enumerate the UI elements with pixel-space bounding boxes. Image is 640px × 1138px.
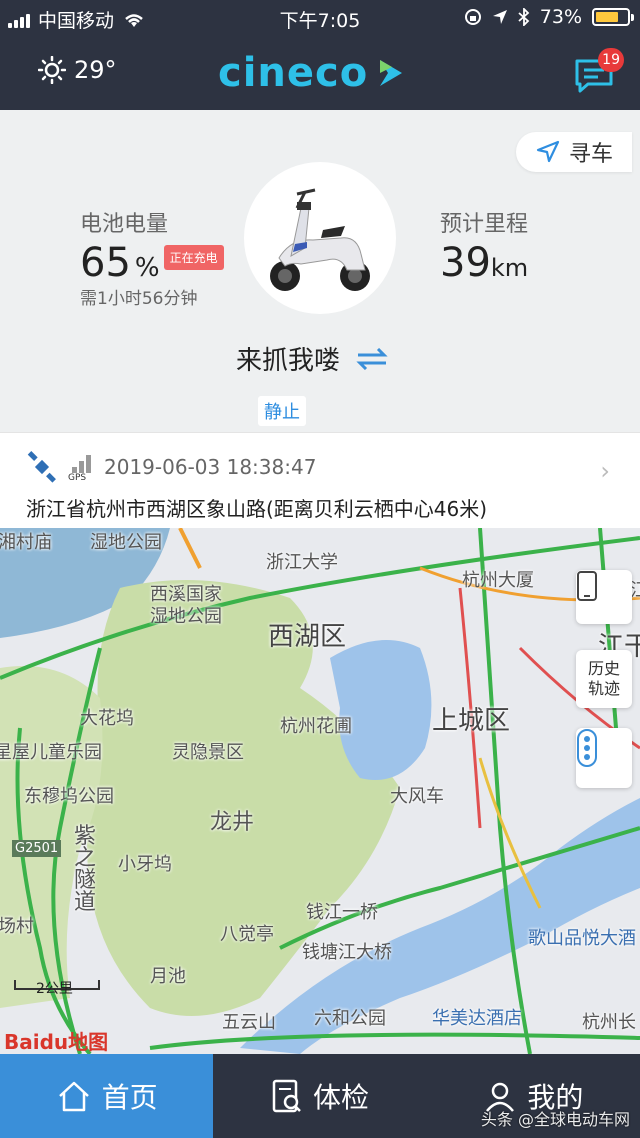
map-label-hzhp: 杭州花圃: [280, 716, 352, 737]
history-track-label-2: 轨迹: [587, 679, 620, 698]
battery-value: 65: [80, 240, 131, 286]
vehicle-panel: 寻车 电池电量 65% 正在充电 需1小时56分钟 预计里程 39km 来抓我喽…: [0, 110, 640, 432]
location-timestamp: 2019-06-03 18:38:47: [104, 455, 317, 479]
watermark: 头条 @全球电动车网: [480, 1110, 630, 1129]
message-count-badge: 19: [598, 48, 624, 72]
bluetooth-icon: [518, 8, 530, 26]
range-value: 39: [440, 240, 491, 286]
map-label-xiaoyawu: 小牙坞: [118, 854, 172, 875]
location-address: 浙江省杭州市西湖区象山路(距离贝利云栖中心46米): [26, 497, 488, 521]
checkup-icon: [272, 1079, 301, 1113]
map-label-g2501: G2501: [12, 840, 62, 857]
bottom-tab-bar: 首页 体检 我的 头条 @全球电动车网: [0, 1054, 640, 1138]
baidu-map-logo: Baidu地图: [4, 1030, 109, 1054]
map-label-dongmu: 东穆坞公园: [24, 786, 114, 807]
map-label-xihu: 西湖区: [268, 622, 347, 652]
tab-home[interactable]: 首页: [0, 1054, 214, 1138]
map-label-shidi: 湿地公园: [90, 532, 162, 553]
app-logo: cineco: [218, 50, 404, 96]
range-label: 预计里程: [440, 212, 529, 237]
history-track-button[interactable]: 历史 轨迹: [576, 650, 632, 708]
map-label-lingyin: 灵隐景区: [172, 742, 244, 763]
find-car-label: 寻车: [568, 142, 613, 167]
status-bar: 中国移动 下午7:05 73%: [0, 0, 640, 34]
map-label-shangcheng: 上城区: [432, 706, 511, 736]
range-unit: km: [490, 254, 529, 282]
map-view[interactable]: 湘村庙 湿地公园 西溪国家 湿地公园 浙江大学 杭州大厦 浙江 西湖区 江干 上…: [0, 528, 640, 1054]
map-label-gesp: 歌山品悦大酒: [528, 928, 636, 949]
charge-time: 需1小时56分钟: [80, 289, 198, 309]
location-row[interactable]: GPS 2019-06-03 18:38:47 浙江省杭州市西湖区象山路(距离贝…: [0, 432, 640, 528]
map-label-changchang: 场村: [0, 916, 34, 937]
map-label-longjing: 龙井: [210, 810, 255, 835]
messages-button[interactable]: 19: [574, 48, 624, 93]
rotation-lock-icon: [464, 9, 481, 25]
tab-checkup-label: 体检: [312, 1081, 369, 1114]
logo-chevron-icon: [380, 60, 403, 86]
sun-icon: [38, 56, 66, 84]
phone-icon: [577, 571, 597, 601]
map-label-qtjdq: 钱塘江大桥: [302, 942, 392, 963]
map-label-liuhe: 六和公园: [314, 1008, 386, 1029]
switch-vehicle-icon[interactable]: [356, 347, 388, 370]
map-label-dafengche: 大风车: [390, 786, 444, 807]
battery-label: 电池电量: [80, 212, 169, 237]
map-label-wuyunshan: 五云山: [222, 1012, 276, 1033]
map-label-yuechi: 月池: [150, 966, 186, 987]
vehicle-nickname[interactable]: 来抓我喽: [236, 340, 388, 377]
traffic-light-icon: [577, 729, 597, 767]
map-label-dahuawu: 大花坞: [80, 708, 134, 729]
battery-icon: [592, 8, 634, 26]
history-track-label-1: 历史: [587, 659, 620, 678]
traffic-toggle-button[interactable]: [576, 728, 632, 788]
weather-widget: 29°: [38, 56, 117, 84]
battery-percent: 73%: [539, 6, 582, 28]
chevron-right-icon: ›: [600, 457, 610, 485]
battery-unit: %: [134, 253, 160, 283]
location-arrow-icon: [492, 10, 507, 24]
vehicle-state-tag: 静止: [258, 396, 306, 426]
navigation-arrow-icon: [536, 140, 560, 163]
map-label-qjyq: 钱江一桥: [306, 902, 378, 923]
map-label-hzc: 杭州长: [582, 1012, 636, 1033]
range-status: 预计里程 39km: [440, 206, 528, 286]
map-label-zju: 浙江大学: [266, 552, 338, 573]
find-car-button[interactable]: 寻车: [516, 132, 632, 172]
vehicle-name: 来抓我喽: [236, 346, 341, 376]
tab-checkup[interactable]: 体检: [213, 1054, 426, 1138]
battery-status: 电池电量 65% 正在充电 需1小时56分钟: [80, 206, 224, 309]
scooter-icon: [270, 188, 370, 291]
map-label-bajueting: 八觉亭: [220, 924, 274, 945]
logo-text: cineco: [218, 50, 369, 96]
map-label-huameida: 华美达酒店: [432, 1008, 522, 1029]
phone-location-button[interactable]: [576, 570, 632, 624]
home-icon: [58, 1081, 89, 1112]
gps-signal-icon: GPS: [68, 451, 96, 483]
satellite-icon: [27, 451, 56, 483]
map-label-hzds: 杭州大厦: [462, 570, 534, 591]
map-scale-label: 2公里: [36, 981, 73, 997]
map-label-top-left: 湘村庙: [0, 532, 52, 553]
map-label-xixi2: 湿地公园: [150, 606, 222, 627]
app-header: 中国移动 下午7:05 73% 29° cineco 19: [0, 0, 640, 110]
map-label-children-park: 星屋儿童乐园: [0, 742, 102, 763]
gps-label: GPS: [68, 473, 87, 483]
charging-badge: 正在充电: [163, 245, 224, 270]
map-label-zizhi-4: 道: [74, 890, 97, 915]
temperature: 29°: [74, 56, 117, 84]
tab-home-label: 首页: [101, 1081, 158, 1114]
scooter-image[interactable]: [244, 162, 396, 314]
